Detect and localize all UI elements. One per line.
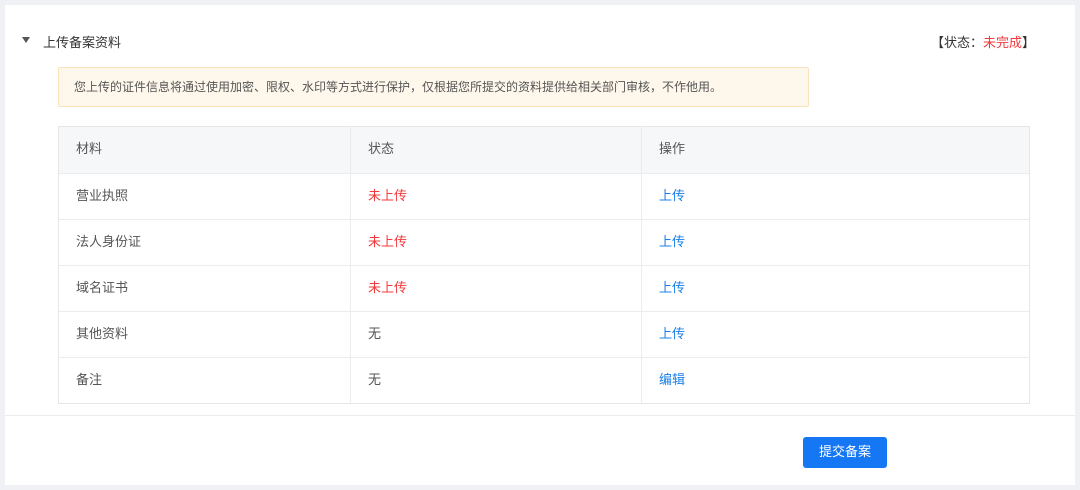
upload-link[interactable]: 上传 xyxy=(641,312,1029,357)
table-row: 法人身份证 未上传 上传 xyxy=(59,219,1029,265)
table-row: 备注 无 编辑 xyxy=(59,357,1029,403)
privacy-notice: 您上传的证件信息将通过使用加密、限权、水印等方式进行保护，仅根据您所提交的资料提… xyxy=(58,67,809,107)
footer-divider xyxy=(5,415,1075,416)
material-status: 未上传 xyxy=(350,266,641,311)
materials-table: 材料 状态 操作 营业执照 未上传 上传 法人身份证 未上传 上传 域名证书 未… xyxy=(58,126,1030,404)
material-status: 无 xyxy=(350,358,641,403)
header-material: 材料 xyxy=(76,142,103,157)
section-title[interactable]: 上传备案资料 xyxy=(43,34,121,54)
table-row: 营业执照 未上传 上传 xyxy=(59,173,1029,219)
header-status: 状态 xyxy=(350,127,641,173)
material-status: 未上传 xyxy=(350,174,641,219)
header-action: 操作 xyxy=(641,127,1029,173)
material-name: 其他资料 xyxy=(76,327,129,342)
material-name: 备注 xyxy=(76,373,103,388)
table-row: 域名证书 未上传 上传 xyxy=(59,265,1029,311)
upload-panel: 上传备案资料 【状态：未完成】 您上传的证件信息将通过使用加密、限权、水印等方式… xyxy=(5,5,1075,485)
edit-link[interactable]: 编辑 xyxy=(641,358,1029,403)
material-name: 域名证书 xyxy=(76,281,129,296)
submit-filing-button[interactable]: 提交备案 xyxy=(803,437,887,468)
status-prefix: 【状态： xyxy=(930,36,983,51)
material-status: 无 xyxy=(350,312,641,357)
section-header: 上传备案资料 【状态：未完成】 xyxy=(5,31,1075,57)
material-name: 法人身份证 xyxy=(76,235,142,250)
section-status: 【状态：未完成】 xyxy=(931,34,1035,54)
status-value: 未完成 xyxy=(982,36,1022,51)
material-name: 营业执照 xyxy=(76,189,129,204)
table-row: 其他资料 无 上传 xyxy=(59,311,1029,357)
caret-down-icon[interactable] xyxy=(22,37,30,43)
status-suffix: 】 xyxy=(1021,36,1035,51)
upload-link[interactable]: 上传 xyxy=(641,174,1029,219)
notice-text: 您上传的证件信息将通过使用加密、限权、水印等方式进行保护，仅根据您所提交的资料提… xyxy=(74,80,723,94)
material-status: 未上传 xyxy=(350,220,641,265)
table-header-row: 材料 状态 操作 xyxy=(59,127,1029,173)
upload-link[interactable]: 上传 xyxy=(641,220,1029,265)
upload-link[interactable]: 上传 xyxy=(641,266,1029,311)
